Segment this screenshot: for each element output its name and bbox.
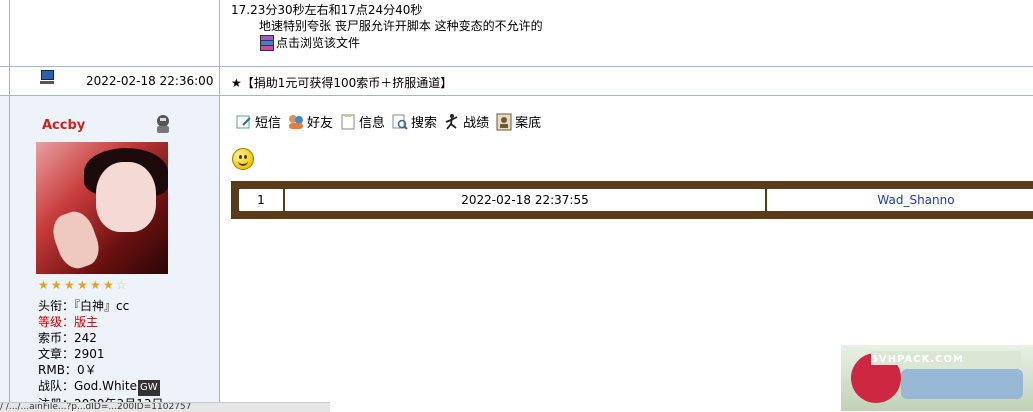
user-toolbar: 短信 好友 信息 搜索 战绩 案底 (235, 112, 541, 131)
post-body-line-2: 地速特别夸张 丧尸服允许开脚本 这种变态的不允许的 (259, 19, 543, 33)
stat-level: 等级：版主 (38, 315, 99, 329)
user-panel-right-border (219, 96, 220, 411)
records-table: 1 2022-02-18 22:37:55 Wad_Shanno (231, 181, 1033, 219)
user-panel-left-border (9, 96, 10, 411)
stat-coins: 索币：242 (38, 331, 97, 345)
archive-file-icon (258, 34, 274, 51)
rating-stars: ★ ★ ★ ★ ★ ★ ☆ (38, 279, 128, 291)
toolbar-message[interactable]: 短信 (235, 112, 281, 131)
post-date: 2022-02-18 22:36:00 (86, 74, 214, 88)
star-icon: ★ (103, 278, 114, 292)
star-icon: ★ (90, 278, 101, 292)
star-icon: ★ (38, 278, 49, 292)
stat-team: 战队：God.White GW (38, 378, 163, 396)
team-badge: GW (137, 380, 160, 396)
record-icon (496, 113, 512, 130)
post-title: ★【捐助1元可获得100索币＋挤服通道】 (231, 76, 453, 90)
user-stats: 头衔：『白神』cc 等级：版主 索币：242 文章：2901 RMB：0￥ 战队… (38, 298, 163, 412)
search-icon (392, 114, 408, 130)
info-icon (341, 113, 355, 129)
friends-icon (289, 114, 304, 129)
toolbar-record[interactable]: 案底 (495, 112, 541, 131)
toolbar-friends[interactable]: 好友 (287, 112, 333, 131)
table-cell-user[interactable]: Wad_Shanno (766, 188, 1033, 212)
post-body-line-1: 17.23分30秒左右和17点24分40秒 (231, 3, 423, 17)
user-status-icon (157, 115, 169, 133)
table-cell-index: 1 (238, 188, 284, 212)
attachment-label[interactable]: 点击浏览该文件 (276, 34, 360, 51)
watermark-cs-logo-icon (901, 369, 1023, 399)
star-icon: ★ (51, 278, 62, 292)
table-cell-time: 2022-02-18 22:37:55 (284, 188, 766, 212)
stat-title: 头衔：『白神』cc (38, 299, 130, 313)
stat-rmb: RMB：0￥ (38, 363, 97, 377)
stats-icon (445, 113, 458, 130)
toolbar-search[interactable]: 搜索 (391, 112, 437, 131)
site-watermark: 5VHPACK.COM (841, 345, 1033, 411)
toolbar-stats[interactable]: 战绩 (443, 112, 489, 131)
row-divider-top (0, 66, 1033, 67)
post-body-text: 17.23分30秒左右和17点24分40秒 地速特别夸张 丧尸服允许开脚本 这种… (231, 2, 543, 34)
avatar[interactable] (36, 142, 168, 274)
star-empty-icon: ☆ (116, 278, 127, 292)
attachment-link[interactable]: 点击浏览该文件 (258, 34, 360, 51)
username[interactable]: Accby (42, 118, 85, 133)
star-icon: ★ (64, 278, 75, 292)
smile-emoticon-icon (232, 148, 254, 170)
star-icon: ★ (77, 278, 88, 292)
computer-icon (40, 70, 54, 84)
stat-posts: 文章：2901 (38, 347, 105, 361)
edit-icon (236, 115, 251, 128)
toolbar-info[interactable]: 信息 (339, 112, 385, 131)
